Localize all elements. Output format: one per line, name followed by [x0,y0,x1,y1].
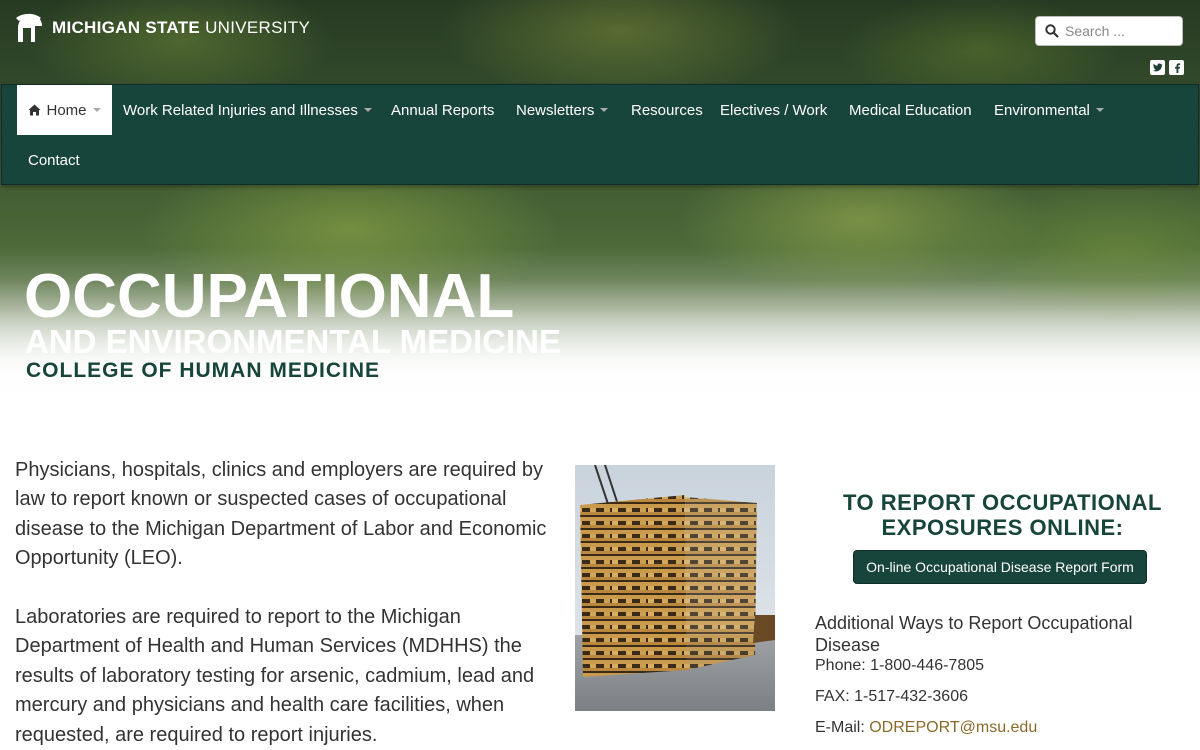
chevron-down-icon [1095,108,1104,112]
hero-title: OCCUPATIONAL [24,262,515,331]
phone-number: Phone: 1-800-446-7805 [815,657,985,674]
nav-label: Home [46,101,87,119]
email-line: E-Mail: ODREPORT@msu.edu [815,719,1037,737]
intro-paragraph: Physicians, hospitals, clinics and emplo… [15,459,547,570]
nav-item-newsletters[interactable]: Newsletters [516,85,609,135]
fax-number: FAX: 1-517-432-3606 [815,688,968,705]
nav-item-work-related-injuries[interactable]: Work Related Injuries and Illnesses [123,85,372,135]
chevron-down-icon [363,108,372,112]
email-link[interactable]: ODREPORT@msu.edu [869,719,1037,736]
additional-ways-heading: Additional Ways to Report Occupational D… [815,613,1133,655]
nav-item-electives-work[interactable]: Electives / Work [720,85,827,135]
nav-item-home[interactable]: Home [17,85,112,135]
laboratory-paragraph: Laboratories are required to report to t… [15,606,535,746]
nav-item-medical-education[interactable]: Medical Education [849,85,972,135]
search-box[interactable] [1035,16,1183,46]
msu-logo[interactable]: MICHIGAN STATE UNIVERSITY [14,12,310,44]
nav-label: Newsletters [516,101,595,119]
nav-label: Resources [631,101,703,119]
nav-label: Medical Education [849,101,972,119]
nav-label: Electives / Work [720,101,828,119]
email-label: E-Mail: [815,719,870,736]
nav-item-contact[interactable]: Contact [28,135,80,185]
report-form-button[interactable]: On-line Occupational Disease Report Form [853,550,1147,584]
nav-label: Work Related Injuries and Illnesses [123,101,358,119]
nav-item-environmental[interactable]: Environmental [994,85,1104,135]
chevron-down-icon [600,108,609,112]
pallets-photo [575,465,775,711]
home-icon [28,104,41,116]
nav-label: Annual Reports [391,101,495,119]
spartan-helmet-icon [16,13,42,42]
search-icon [1045,24,1059,38]
nav-item-resources[interactable]: Resources [631,85,703,135]
social-links [1150,60,1184,75]
report-online-heading: TO REPORT OCCUPATIONAL EXPOSURES ONLINE: [843,490,1162,540]
chevron-down-icon [92,108,101,112]
facebook-icon[interactable] [1169,60,1184,75]
college-name: COLLEGE OF HUMAN MEDICINE [26,359,380,382]
hero-subtitle: AND ENVIRONMENTAL MEDICINE [25,323,561,360]
nav-label: Environmental [994,101,1090,119]
main-nav: Home Work Related Injuries and Illnesses… [1,84,1199,185]
twitter-icon[interactable] [1150,60,1165,75]
brand-wordmark: MICHIGAN STATE UNIVERSITY [52,18,311,37]
search-input[interactable] [1065,23,1165,39]
nav-label: Contact [28,151,80,169]
nav-item-annual-reports[interactable]: Annual Reports [391,85,494,135]
